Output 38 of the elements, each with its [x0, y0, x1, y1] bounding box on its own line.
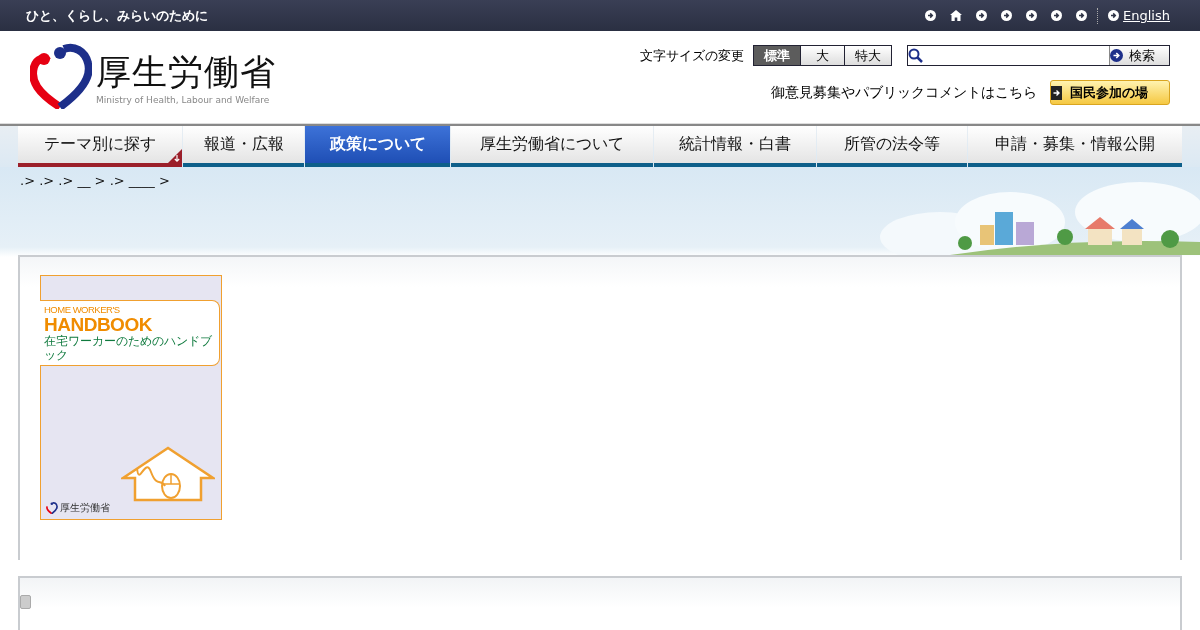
search-icon [908, 47, 924, 64]
arrow-icon[interactable] [1026, 10, 1038, 21]
search-button[interactable]: 検索 [1109, 46, 1169, 65]
arrow-icon[interactable] [925, 10, 937, 21]
logo-subtitle: Ministry of Health, Labour and Welfare [96, 95, 271, 105]
home-icon[interactable] [950, 10, 963, 21]
nav-tab[interactable]: 厚生労働省について [451, 126, 653, 167]
arrow-icon[interactable] [976, 10, 988, 21]
nav-tab[interactable]: 所管の法令等 [817, 126, 967, 167]
search-field[interactable]: 検索 [907, 45, 1170, 66]
nav-tab[interactable]: テーマ別に探す [18, 126, 182, 167]
font-size-button[interactable]: 大 [800, 46, 844, 65]
arrow-icon[interactable] [1076, 10, 1088, 21]
participation-text: 御意見募集やパブリックコメントはこちら [771, 83, 1037, 102]
logo-icon [46, 502, 58, 514]
arrow-icon [1110, 49, 1123, 62]
nav-tab[interactable]: 報道・広報 [183, 126, 304, 167]
cover-subtitle: HOME WORKER'S [44, 305, 121, 315]
scroll-handle[interactable] [20, 595, 31, 609]
font-size-label: 文字サイズの変更 [640, 46, 744, 65]
nav-tab[interactable]: 申請・募集・情報公開 [968, 126, 1182, 167]
publisher-name: 厚生労働省 [60, 501, 110, 515]
participation-button[interactable]: 国民参加の場 [1050, 80, 1170, 105]
breadcrumb: .> .> .> __ > .> ____ > [20, 173, 170, 188]
arrow-icon [1108, 10, 1120, 21]
cover-title: HANDBOOK [44, 315, 153, 334]
font-size-button[interactable]: 標準 [754, 46, 800, 65]
font-size-button[interactable]: 特大 [844, 46, 891, 65]
logo-icon [30, 43, 92, 109]
cover-subtitle: 在宅ワーカーのためのハンドブック [44, 334, 213, 364]
down-arrow-icon [168, 149, 182, 163]
tagline: ひと、くらし、みらいのために [26, 6, 209, 25]
arrow-icon[interactable] [1051, 10, 1063, 21]
english-link[interactable]: English [1108, 8, 1170, 23]
arrow-icon[interactable] [1001, 10, 1013, 21]
nav-tab[interactable]: 政策について [305, 126, 450, 167]
logo-title: 厚生労働省 [96, 51, 276, 94]
nav-tab[interactable]: 統計情報・白書 [654, 126, 816, 167]
